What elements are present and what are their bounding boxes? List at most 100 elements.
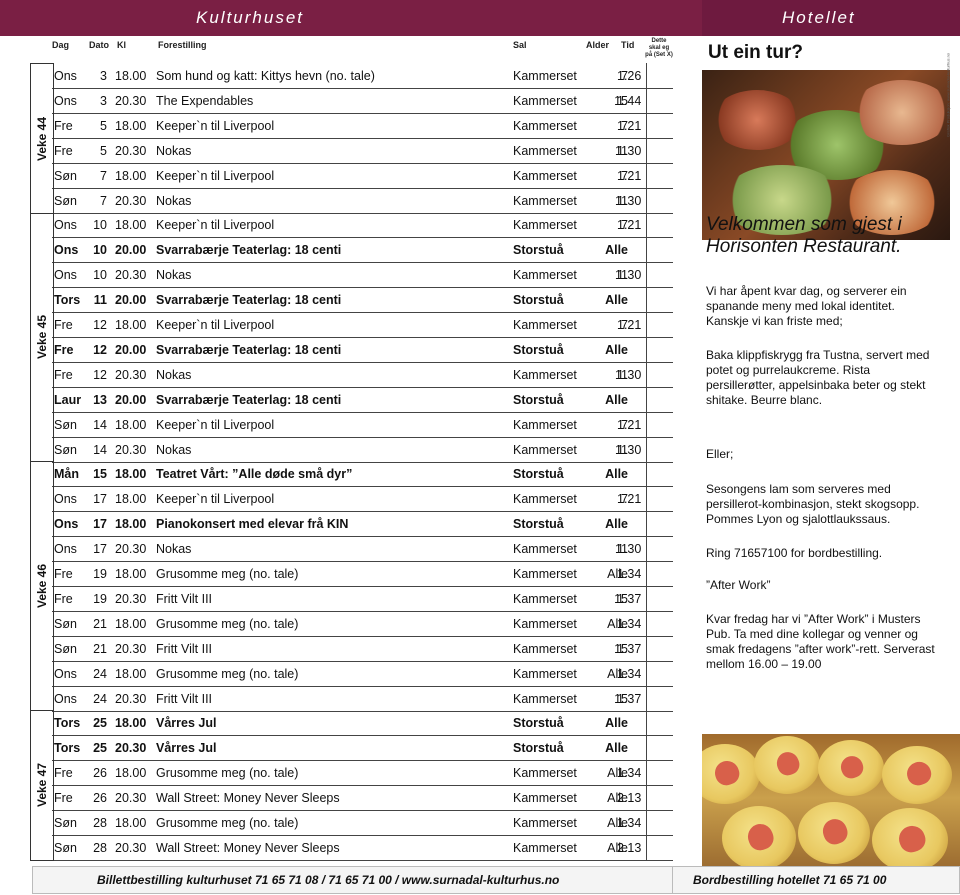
cell-title: Fritt Vilt III <box>156 592 213 606</box>
attend-checkbox[interactable] <box>646 337 673 363</box>
cell-dag: Fre <box>54 343 74 357</box>
cell-sal: Kammerset <box>513 418 577 432</box>
cell-dato: 28 <box>93 816 107 830</box>
cell-dato: 21 <box>93 642 107 656</box>
cell-title: Grusomme meg (no. tale) <box>156 667 299 681</box>
attend-checkbox[interactable] <box>646 287 673 313</box>
cell-dag: Søn <box>54 443 77 457</box>
cell-dag: Søn <box>54 169 77 183</box>
menu-item-fish: Baka klippfiskrygg fra Tustna, servert m… <box>706 348 930 407</box>
cell-dato: 25 <box>93 716 107 730</box>
week-label: Veke 46 <box>35 563 49 608</box>
col-header-dette: Dette skal eg på (Set X) <box>645 38 673 58</box>
attend-checkbox[interactable] <box>646 163 673 189</box>
cell-tid: 1.34 <box>617 567 642 581</box>
cell-kl: 18.00 <box>115 816 147 830</box>
attend-checkbox[interactable] <box>646 113 673 139</box>
attend-checkbox[interactable] <box>646 412 673 438</box>
table-row: Fre 12 18.00 Keeper`n til Liverpool Kammerse… <box>52 312 646 338</box>
cell-sal: Storstuå <box>513 741 564 755</box>
cell-title: Keeper`n til Liverpool <box>156 418 275 432</box>
attend-checkbox[interactable] <box>646 611 673 637</box>
attend-checkbox[interactable] <box>646 461 673 487</box>
cell-tid: 1.30 <box>617 443 642 457</box>
booking-phone: Ring 71657100 for bordbestilling. <box>706 546 883 560</box>
attend-checkbox[interactable] <box>646 636 673 662</box>
cell-title: Wall Street: Money Never Sleeps <box>156 841 340 855</box>
cell-title: Keeper`n til Liverpool <box>156 218 275 232</box>
cell-sal: Storstuå <box>513 393 564 407</box>
attend-checkbox[interactable] <box>646 63 673 89</box>
cell-dato: 14 <box>93 443 107 457</box>
cell-tid: 1.30 <box>617 542 642 556</box>
cell-dag: Ons <box>54 69 77 83</box>
table-row: Laur 13 20.00 Svarrabærje Teaterlag: 18 cen… <box>52 387 646 413</box>
attend-checkbox[interactable] <box>646 760 673 786</box>
cell-sal: Kammerset <box>513 642 577 656</box>
table-row: Fre 19 18.00 Grusomme meg (no. tale) Kammers… <box>52 561 646 587</box>
attend-checkbox[interactable] <box>646 536 673 562</box>
attend-checkbox[interactable] <box>646 785 673 811</box>
cell-dag: Fre <box>54 318 73 332</box>
cell-title: Keeper`n til Liverpool <box>156 492 275 506</box>
cell-sal: Kammerset <box>513 268 577 282</box>
attend-checkbox[interactable] <box>646 511 673 537</box>
attend-checkbox[interactable] <box>646 661 673 687</box>
attend-checkbox[interactable] <box>646 835 673 861</box>
cell-kl: 18.00 <box>115 567 147 581</box>
cell-dag: Ons <box>54 542 77 556</box>
week-band: Veke 44 <box>30 63 54 214</box>
table-row: Fre 5 20.30 Nokas Kammerset 11 1.30 <box>52 138 646 164</box>
cell-title: Grusomme meg (no. tale) <box>156 816 299 830</box>
table-row: Fre 19 20.30 Fritt Vilt III Kammerset 15 1.37 <box>52 586 646 612</box>
attend-checkbox[interactable] <box>646 237 673 263</box>
attend-checkbox[interactable] <box>646 710 673 736</box>
attend-checkbox[interactable] <box>646 138 673 164</box>
attend-checkbox[interactable] <box>646 362 673 388</box>
cell-title: Svarrabærje Teaterlag: 18 centi <box>156 293 342 307</box>
cell-dag: Ons <box>54 667 77 681</box>
cell-sal: Kammerset <box>513 69 577 83</box>
attend-checkbox[interactable] <box>646 810 673 836</box>
attend-checkbox[interactable] <box>646 188 673 214</box>
cell-kl: 20.30 <box>115 194 147 208</box>
attend-checkbox[interactable] <box>646 735 673 761</box>
cell-tid: 1.37 <box>617 642 642 656</box>
cell-sal: Kammerset <box>513 617 577 631</box>
cell-dag: Ons <box>54 243 79 257</box>
col-header-alder: Alder <box>586 40 610 50</box>
attend-checkbox[interactable] <box>646 262 673 288</box>
attend-checkbox[interactable] <box>646 312 673 338</box>
week-label: Veke 45 <box>35 314 49 359</box>
attend-checkbox[interactable] <box>646 686 673 712</box>
attend-checkbox[interactable] <box>646 212 673 238</box>
table-booking-footer: Bordbestilling hotellet 71 65 71 00 <box>672 866 960 894</box>
cell-dag: Søn <box>54 642 77 656</box>
cell-dag: Fre <box>54 766 73 780</box>
cell-sal: Kammerset <box>513 94 577 108</box>
attend-checkbox[interactable] <box>646 88 673 114</box>
cell-tid: 1.37 <box>617 692 642 706</box>
cell-sal: Kammerset <box>513 194 577 208</box>
cell-dato: 13 <box>93 393 107 407</box>
cell-kl: 18.00 <box>115 492 147 506</box>
cell-kl: 20.30 <box>115 741 147 755</box>
attend-checkbox[interactable] <box>646 437 673 463</box>
cell-dag: Fre <box>54 592 73 606</box>
cell-alder: Alle <box>605 467 628 481</box>
cell-tid: 1.34 <box>617 816 642 830</box>
cell-kl: 20.00 <box>115 293 147 307</box>
attend-checkbox[interactable] <box>646 586 673 612</box>
cell-kl: 20.30 <box>115 443 147 457</box>
cell-kl: 18.00 <box>115 169 147 183</box>
attend-checkbox[interactable] <box>646 486 673 512</box>
cell-title: The Expendables <box>156 94 254 108</box>
cell-dato: 10 <box>93 218 107 232</box>
cell-dato: 26 <box>93 791 107 805</box>
attend-checkbox[interactable] <box>646 561 673 587</box>
attend-checkbox[interactable] <box>646 387 673 413</box>
cell-kl: 20.30 <box>115 791 147 805</box>
col-header-kl: Kl <box>117 40 126 50</box>
table-row: Ons 17 18.00 Keeper`n til Liverpool Kammerse… <box>52 486 646 512</box>
cell-dato: 19 <box>93 592 107 606</box>
